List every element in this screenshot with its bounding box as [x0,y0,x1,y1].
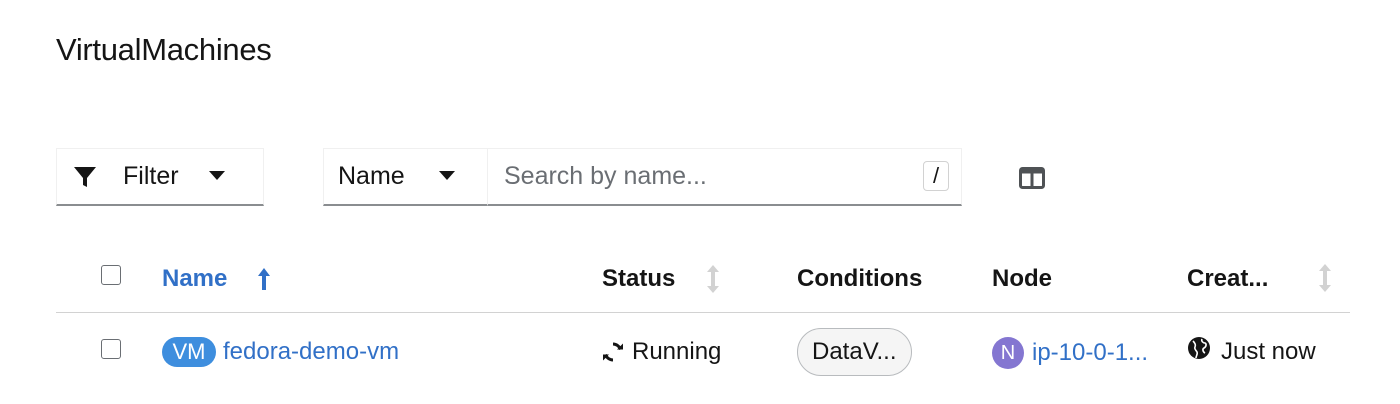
table-header: Name Status Conditions Node Creat... [56,244,1350,313]
column-header-name[interactable]: Name [162,264,271,294]
column-created-label: Creat... [1187,265,1269,292]
sort-icon[interactable] [1319,264,1331,292]
column-header-node: Node [992,264,1052,294]
status-cell: Running [602,337,721,367]
manage-columns-button[interactable] [1018,164,1046,192]
filter-icon [73,165,97,189]
caret-down-icon [438,168,455,186]
filter-label: Filter [123,162,179,190]
search-attribute-label: Name [338,162,405,190]
row-checkbox[interactable] [101,339,121,359]
node-link[interactable]: ip-10-0-1... [1032,338,1148,368]
globe-icon [1187,336,1211,360]
node-cell: N ip-10-0-1... [992,337,1148,369]
search-input[interactable] [502,161,906,192]
condition-label[interactable]: DataV... [797,328,912,376]
column-conditions-label: Conditions [797,265,923,292]
caret-down-icon [208,168,225,186]
table-row: VM fedora-demo-vm Running DataV... N ip-… [56,313,1350,393]
column-header-created[interactable]: Creat... [1187,264,1268,294]
node-kind-badge: N [992,337,1024,369]
column-status-label: Status [602,265,676,292]
vm-name-link[interactable]: fedora-demo-vm [223,337,399,367]
column-header-status[interactable]: Status [602,264,720,294]
created-text: Just now [1221,338,1316,365]
created-cell: Just now [1187,337,1316,367]
select-all-checkbox[interactable] [101,265,121,285]
sort-icon [707,265,720,293]
column-node-label: Node [992,265,1052,292]
column-header-conditions: Conditions [797,264,922,294]
page-title: VirtualMachines [56,32,272,67]
keyboard-shortcut-hint: / [923,161,949,191]
vm-name-cell: VM fedora-demo-vm [162,337,399,367]
sync-icon [602,341,624,363]
status-text: Running [632,338,722,365]
search-box: / [487,148,962,206]
filter-dropdown[interactable]: Filter [56,148,264,206]
sort-ascending-icon [257,267,271,291]
vm-kind-badge: VM [162,337,216,367]
column-name-label: Name [162,265,228,292]
conditions-cell: DataV... [797,328,912,376]
search-attribute-select[interactable]: Name [323,148,488,206]
columns-icon [1019,167,1045,189]
